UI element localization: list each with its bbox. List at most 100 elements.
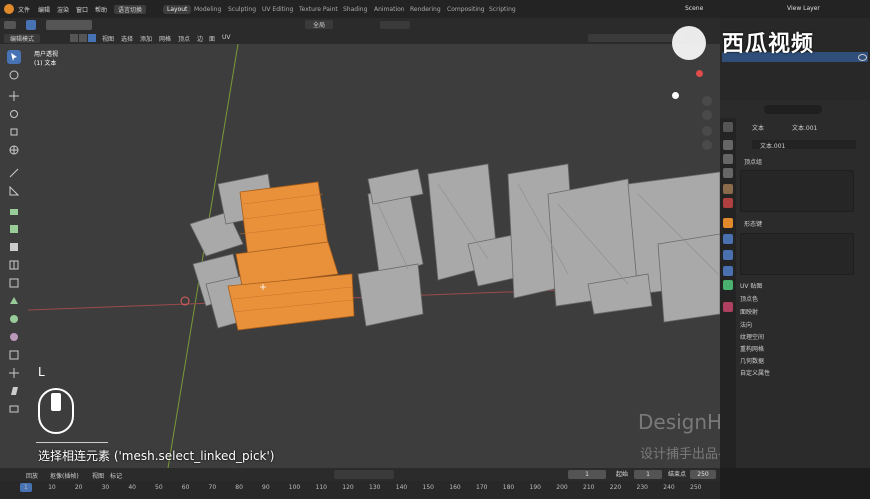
subsection-remesh[interactable]: 重构网格: [740, 344, 764, 353]
current-frame-field[interactable]: 1: [568, 470, 606, 479]
section-vertex-groups[interactable]: 顶点组: [744, 157, 762, 166]
pan-hand-icon[interactable]: [702, 110, 712, 120]
snap-icon[interactable]: [380, 21, 410, 29]
shape-keys-list[interactable]: [740, 233, 854, 275]
transform-tool-icon[interactable]: [7, 143, 21, 157]
tab-animation[interactable]: Animation: [374, 6, 405, 13]
loop-cut-tool-icon[interactable]: [7, 258, 21, 272]
menu-uv[interactable]: UV: [222, 34, 231, 41]
vertex-groups-list[interactable]: [740, 170, 854, 212]
tool-tab-icon[interactable]: [723, 122, 733, 132]
view-layer-selector[interactable]: View Layer: [787, 5, 820, 12]
tab-sculpting[interactable]: Sculpting: [228, 6, 256, 13]
tab-texture-paint[interactable]: Texture Paint: [299, 6, 338, 13]
3d-viewport[interactable]: 用户透视 (1) 文本: [28, 44, 720, 468]
measure-tool-icon[interactable]: [7, 184, 21, 198]
language-switch-button[interactable]: 语言切换: [114, 5, 147, 14]
edge-slide-tool-icon[interactable]: [7, 348, 21, 362]
extrude-tool-icon[interactable]: [7, 204, 21, 218]
blender-logo-icon[interactable]: [4, 4, 14, 14]
menu-select[interactable]: 选择: [121, 34, 133, 43]
menu-window[interactable]: 窗口: [76, 5, 88, 14]
render-tab-icon[interactable]: [723, 140, 733, 150]
menu-mesh[interactable]: 网格: [159, 34, 171, 43]
spin-tool-icon[interactable]: [7, 312, 21, 326]
object-tab-icon[interactable]: [723, 218, 733, 228]
knife-tool-icon[interactable]: [7, 276, 21, 290]
zoom-icon[interactable]: [702, 96, 712, 106]
subsection-uv-maps[interactable]: UV 贴图: [740, 281, 762, 290]
data-tab-icon[interactable]: [723, 280, 733, 290]
operator-caption: 选择相连元素 ('mesh.select_linked_pick'): [38, 449, 275, 463]
menu-edit[interactable]: 编辑: [38, 5, 50, 14]
cursor-tool-icon[interactable]: [7, 68, 21, 82]
section-shape-keys[interactable]: 形态键: [744, 219, 762, 228]
tab-layout[interactable]: Layout: [163, 5, 192, 14]
select-tool-icon[interactable]: [7, 50, 21, 64]
inset-tool-icon[interactable]: [7, 222, 21, 236]
subsection-face-maps[interactable]: 面映射: [740, 307, 758, 316]
view-name: 用户透视: [34, 51, 59, 58]
material-tab-icon[interactable]: [723, 302, 733, 312]
scene-selector[interactable]: Scene: [685, 5, 703, 12]
world-tab-icon[interactable]: [723, 198, 733, 208]
mode-dropdown[interactable]: 编辑模式: [4, 34, 41, 43]
start-frame-field[interactable]: 1: [634, 470, 662, 479]
particles-tab-icon[interactable]: [723, 250, 733, 260]
select-mode-vertex-icon[interactable]: [70, 34, 78, 42]
view-layer-tab-icon[interactable]: [723, 168, 733, 178]
tab-uv-editing[interactable]: UV Editing: [262, 6, 293, 13]
shrink-fatten-tool-icon[interactable]: [7, 366, 21, 380]
modifier-tab-icon[interactable]: [723, 234, 733, 244]
menu-playback[interactable]: 回放: [26, 471, 38, 480]
menu-edge[interactable]: 边: [197, 34, 203, 43]
tab-rendering[interactable]: Rendering: [410, 6, 441, 13]
select-mode-edge-icon[interactable]: [79, 34, 87, 42]
menu-help[interactable]: 帮助: [95, 5, 107, 14]
editor-type-icon[interactable]: [4, 21, 16, 29]
subsection-normals[interactable]: 法向: [740, 320, 752, 329]
menu-keying[interactable]: 抠像(插帧): [50, 471, 79, 480]
subsection-custom-properties[interactable]: 自定义属性: [740, 368, 770, 377]
menu-face[interactable]: 面: [209, 34, 215, 43]
key-hint: L: [38, 365, 45, 379]
select-mode-icons[interactable]: [46, 20, 92, 30]
subsection-vertex-colors[interactable]: 顶点色: [740, 294, 758, 303]
select-box-icon[interactable]: [26, 20, 36, 30]
menu-file[interactable]: 文件: [18, 5, 30, 14]
menu-add[interactable]: 添加: [140, 34, 152, 43]
select-mode-face-icon[interactable]: [88, 34, 96, 42]
output-tab-icon[interactable]: [723, 154, 733, 164]
tab-shading[interactable]: Shading: [343, 6, 367, 13]
physics-tab-icon[interactable]: [723, 266, 733, 276]
transform-orientation-dropdown[interactable]: 全局: [305, 20, 334, 29]
menu-timeline-view[interactable]: 视图: [92, 471, 104, 480]
move-tool-icon[interactable]: [7, 89, 21, 103]
subsection-geometry-data[interactable]: 几何数据: [740, 356, 764, 365]
grid-perspective-icon[interactable]: [702, 140, 712, 150]
annotate-tool-icon[interactable]: [7, 166, 21, 180]
menu-view[interactable]: 视图: [102, 34, 114, 43]
tab-compositing[interactable]: Compositing: [447, 6, 485, 13]
overlay-shading-icons[interactable]: [588, 34, 684, 42]
menu-vertex[interactable]: 顶点: [178, 34, 190, 43]
bevel-tool-icon[interactable]: [7, 240, 21, 254]
scene-tab-icon[interactable]: [723, 184, 733, 194]
visibility-eye-icon[interactable]: [858, 54, 867, 61]
end-frame-field[interactable]: 250: [690, 470, 716, 479]
playback-controls[interactable]: [334, 470, 394, 479]
camera-icon[interactable]: [702, 126, 712, 136]
menu-marker[interactable]: 标记: [110, 471, 122, 480]
smooth-tool-icon[interactable]: [7, 330, 21, 344]
scale-tool-icon[interactable]: [7, 125, 21, 139]
properties-search[interactable]: [764, 105, 822, 114]
subsection-texture-space[interactable]: 纹理空间: [740, 332, 764, 341]
rip-tool-icon[interactable]: [7, 402, 21, 416]
menu-render[interactable]: 渲染: [57, 5, 69, 14]
tab-modeling[interactable]: Modeling: [194, 6, 221, 13]
tab-scripting[interactable]: Scripting: [489, 6, 516, 13]
shear-tool-icon[interactable]: [7, 384, 21, 398]
rotate-tool-icon[interactable]: [7, 107, 21, 121]
poly-build-tool-icon[interactable]: [7, 294, 21, 308]
mesh-name-field[interactable]: 文本.001: [752, 140, 856, 150]
